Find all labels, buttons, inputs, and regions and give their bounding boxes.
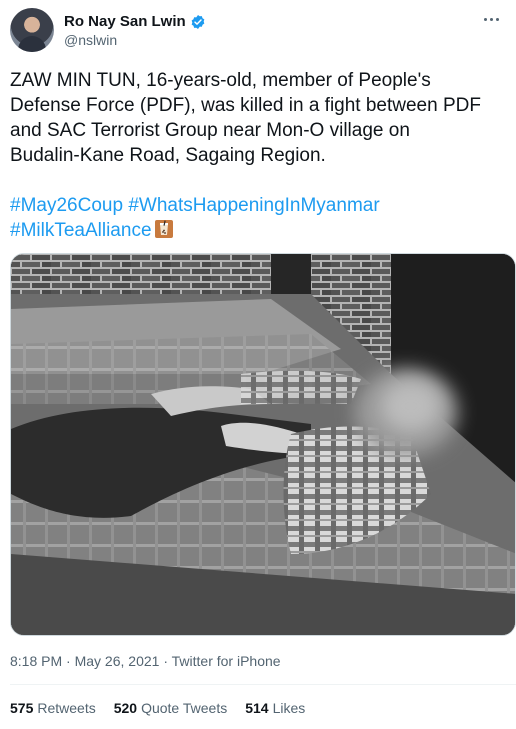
milk-tea-alliance-emoji-icon (154, 220, 173, 238)
likes-count: 514 (245, 700, 269, 716)
avatar[interactable] (10, 8, 54, 52)
tweet-text-line: and SAC Terrorist Group near Mon-O villa… (10, 120, 410, 141)
divider (10, 684, 516, 685)
quote-tweets-count: 520 (113, 700, 138, 716)
retweets-label: Retweets (37, 700, 96, 716)
author-handle[interactable]: @nslwin (64, 32, 117, 48)
hashtag-milkteaalliance[interactable]: #MilkTeaAlliance (10, 220, 152, 241)
meta-separator: · (66, 653, 71, 669)
tweet-header: Ro Nay San Lwin @nslwin (10, 8, 506, 54)
quote-tweets-label: Quote Tweets (141, 700, 228, 716)
author-name-row[interactable]: Ro Nay San Lwin (64, 13, 206, 30)
quote-tweets-stat[interactable]: 520 Quote Tweets (114, 700, 228, 716)
tweet-photo[interactable] (10, 253, 516, 636)
tweet-source[interactable]: Twitter for iPhone (172, 653, 281, 669)
likes-label: Likes (272, 700, 306, 716)
tweet-date[interactable]: May 26, 2021 (75, 653, 160, 669)
tweet-timestamp[interactable]: 8:18 PM · May 26, 2021 · Twitter for iPh… (10, 653, 281, 669)
author-name[interactable]: Ro Nay San Lwin (64, 13, 186, 30)
avatar-figure (18, 36, 46, 52)
hashtag-whatshappeninginmyanmar[interactable]: #WhatsHappeningInMyanmar (128, 195, 379, 216)
tweet-time[interactable]: 8:18 PM (10, 653, 62, 669)
photo-image (11, 254, 515, 635)
hashtag-block: #May26Coup #WhatsHappeningInMyanmar #Mil… (10, 193, 510, 243)
retweets-count: 575 (10, 700, 34, 716)
tweet-text-line: Budalin-Kane Road, Sagaing Region. (10, 145, 326, 166)
tweet-text-line: ZAW MIN TUN, 16-years-old, member of Peo… (10, 70, 431, 91)
likes-stat[interactable]: 514 Likes (245, 700, 305, 716)
retweets-stat[interactable]: 575 Retweets (10, 700, 96, 716)
meta-separator: · (163, 653, 168, 669)
hashtag-may26coup[interactable]: #May26Coup (10, 195, 123, 216)
tweet-text-line: Defense Force (PDF), was killed in a fig… (10, 95, 481, 116)
tweet-text: ZAW MIN TUN, 16-years-old, member of Peo… (10, 68, 510, 168)
verified-badge-icon (191, 14, 205, 29)
engagement-stats: 575 Retweets 520 Quote Tweets 514 Likes (10, 700, 305, 716)
more-options-icon[interactable] (480, 10, 502, 28)
